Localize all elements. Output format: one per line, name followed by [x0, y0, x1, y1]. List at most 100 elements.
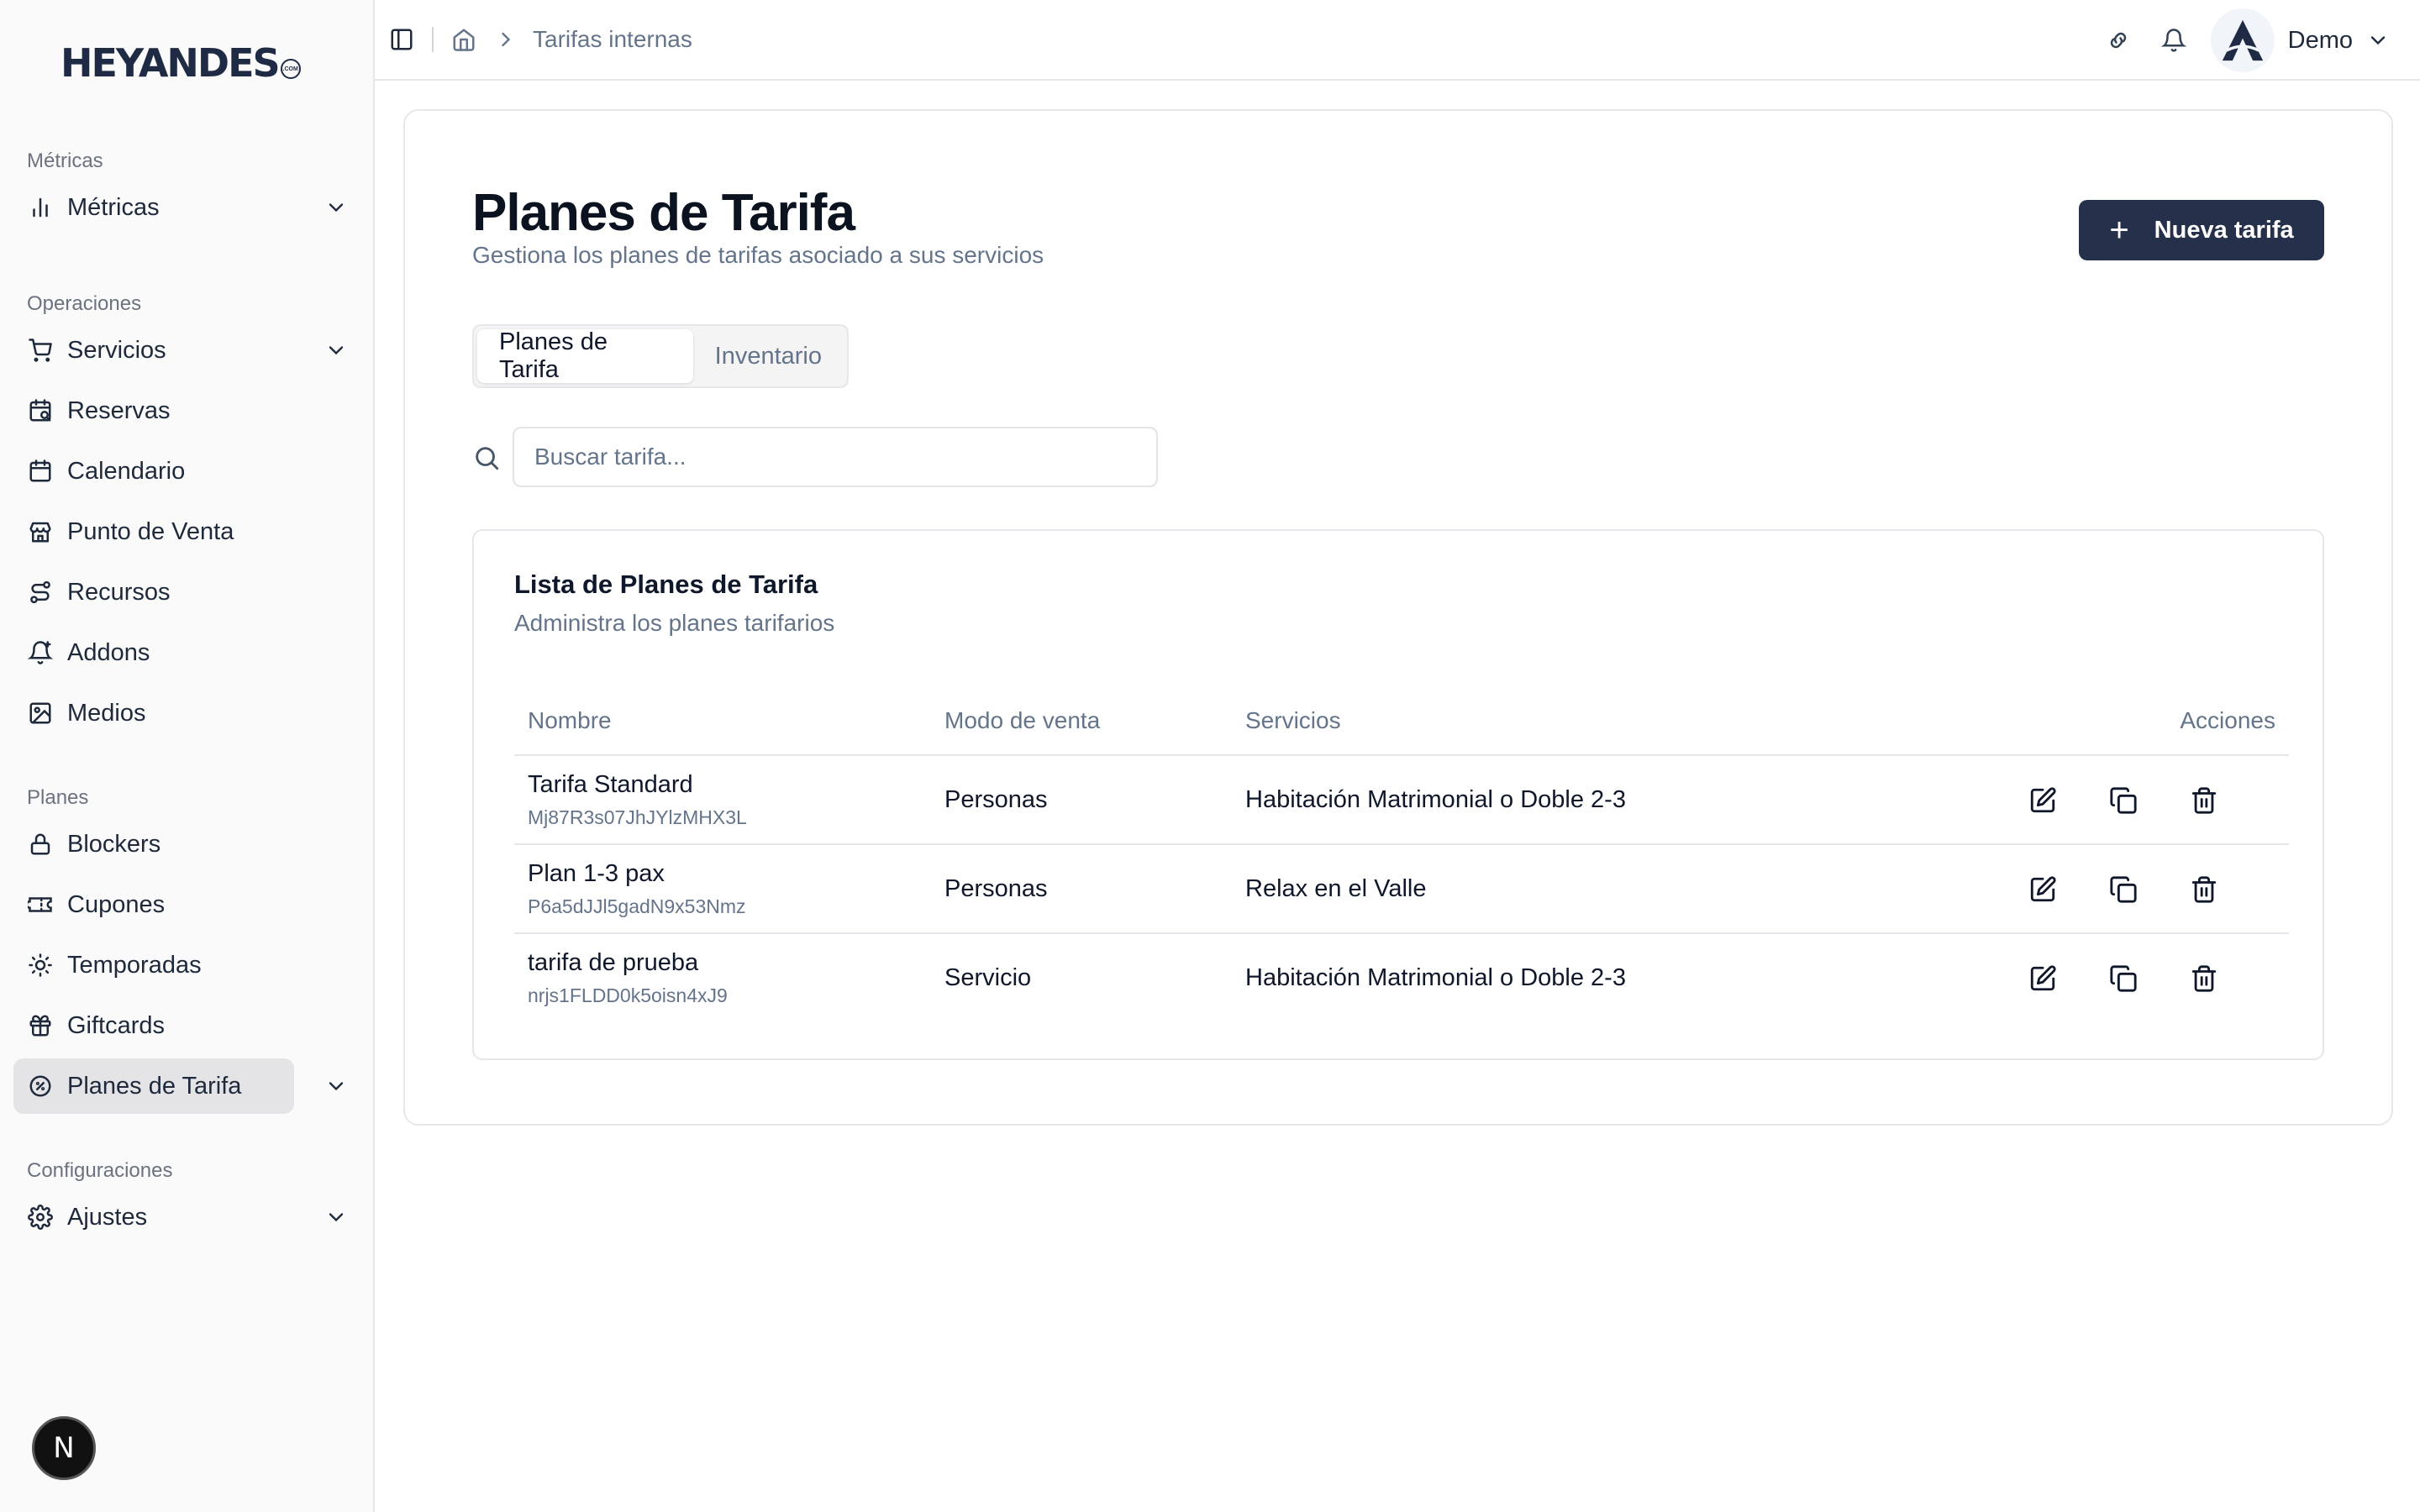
sidebar-item-cupones[interactable]: Cupones — [13, 877, 361, 932]
chevron-down-icon[interactable] — [324, 339, 348, 362]
sidebar-item-label: Medios — [67, 699, 146, 727]
support-icon[interactable] — [2103, 25, 2133, 55]
tabs: Planes de Tarifa Inventario — [472, 324, 849, 388]
sidebar-item-temporadas[interactable]: Temporadas — [13, 937, 361, 993]
list-subtitle: Administra los planes tarifarios — [514, 610, 835, 636]
rate-name: Tarifa Standard — [528, 771, 693, 798]
list-title: Lista de Planes de Tarifa — [514, 570, 818, 599]
chevron-down-icon[interactable] — [324, 196, 348, 219]
ticket-icon — [27, 891, 54, 918]
rate-mode: Personas — [944, 786, 1048, 813]
page-title: Planes de Tarifa — [472, 184, 855, 242]
rate-services: Relax en el Valle — [1245, 875, 1427, 902]
rate-mode: Personas — [944, 875, 1048, 902]
page-card: Planes de Tarifa Gestiona los planes de … — [403, 109, 2393, 1126]
sidebar-item-punto-de-venta[interactable]: Punto de Venta — [13, 504, 361, 559]
chevron-down-icon[interactable] — [324, 1205, 348, 1229]
topbar-actions: Demo — [2078, 0, 2390, 81]
column-header-nombre: Nombre — [528, 707, 612, 733]
breadcrumb-current[interactable]: Tarifas internas — [533, 26, 692, 53]
chevron-right-icon — [502, 32, 511, 47]
sidebar-item-recursos[interactable]: Recursos — [13, 564, 361, 620]
rate-name: Plan 1-3 pax — [528, 860, 665, 887]
sidebar-item-label: Cupones — [67, 890, 166, 918]
tab-planes-de-tarifa[interactable]: Planes de Tarifa — [477, 328, 693, 383]
table-row: tarifa de prueba nrjs1FLDD0k5oisn4xJ9 Se… — [514, 934, 2289, 1023]
new-rate-button[interactable]: + Nueva tarifa — [2079, 200, 2324, 260]
sidebar-item-planes-de-tarifa[interactable]: Planes de Tarifa — [13, 1058, 344, 1114]
sidebar-item-giftcards[interactable]: Giftcards — [13, 998, 361, 1053]
divider — [432, 27, 434, 52]
sidebar-item-ajustes[interactable]: Ajustes — [13, 1189, 361, 1245]
rate-name: tarifa de prueba — [528, 949, 699, 976]
brand-logo[interactable]: HEYANDES .COM — [60, 40, 301, 86]
user-name[interactable]: Demo — [2288, 27, 2353, 55]
bell-plus-icon — [27, 639, 54, 666]
section-label-metricas: Métricas — [27, 150, 103, 172]
trash-icon[interactable] — [2188, 785, 2220, 816]
copy-icon[interactable] — [2107, 785, 2139, 816]
edit-icon[interactable] — [2027, 874, 2059, 906]
avatar[interactable] — [2210, 8, 2275, 72]
column-header-modo: Modo de venta — [944, 707, 1101, 733]
calendar-icon — [27, 458, 54, 485]
sidebar-item-addons[interactable]: Addons — [13, 625, 361, 680]
sidebar-item-label: Temporadas — [67, 951, 202, 979]
section-label-configuraciones: Configuraciones — [27, 1159, 173, 1182]
rate-id: P6a5dJJl5gadN9x53Nmz — [528, 895, 746, 917]
sidebar-item-label: Servicios — [67, 336, 166, 364]
sidebar-item-blockers[interactable]: Blockers — [13, 816, 361, 872]
image-icon — [27, 700, 54, 727]
gift-icon — [27, 1012, 54, 1039]
main-content: Tarifas internas Demo Planes de Tarifa G… — [375, 0, 2420, 1512]
home-icon[interactable] — [449, 24, 479, 55]
badge-percent-icon — [27, 1073, 54, 1100]
edit-icon[interactable] — [2027, 785, 2059, 816]
search-icon — [476, 447, 499, 470]
sidebar-item-label: Ajustes — [67, 1203, 148, 1231]
rate-id: nrjs1FLDD0k5oisn4xJ9 — [528, 984, 728, 1006]
table-row: Plan 1-3 pax P6a5dJJl5gadN9x53Nmz Person… — [514, 845, 2289, 934]
logo-text: HEYANDES — [60, 40, 281, 86]
column-header-servicios: Servicios — [1245, 707, 1341, 733]
sidebar-item-medios[interactable]: Medios — [13, 685, 361, 741]
sidebar-item-label: Punto de Venta — [67, 517, 234, 545]
sidebar-nav: Métricas Métricas Operaciones Servicios — [13, 143, 361, 1250]
sidebar-toggle-icon[interactable] — [387, 24, 417, 55]
rate-services: Habitación Matrimonial o Doble 2-3 — [1245, 964, 1626, 991]
sidebar-item-label: Métricas — [67, 193, 160, 221]
sidebar-item-servicios[interactable]: Servicios — [13, 323, 361, 378]
bell-icon[interactable] — [2159, 25, 2189, 55]
rate-mode: Servicio — [944, 964, 1032, 991]
trash-icon[interactable] — [2188, 963, 2220, 995]
chevron-down-icon[interactable] — [2366, 29, 2390, 52]
logo-badge: .COM — [280, 59, 301, 79]
rate-services: Habitación Matrimonial o Doble 2-3 — [1245, 786, 1626, 813]
topbar: Tarifas internas Demo — [375, 0, 2420, 81]
sidebar-item-label: Blockers — [67, 830, 161, 858]
table-row: Tarifa Standard Mj87R3s07JhJYlzMHX3L Per… — [514, 756, 2289, 845]
gear-icon — [27, 1204, 54, 1231]
sidebar-item-label: Giftcards — [67, 1011, 166, 1039]
cart-icon — [27, 337, 54, 364]
page-subtitle: Gestiona los planes de tarifas asociado … — [472, 242, 1044, 268]
sun-icon — [27, 952, 54, 979]
plus-icon: + — [2109, 212, 2129, 249]
search-input[interactable] — [513, 427, 1158, 487]
sidebar-item-label: Addons — [67, 638, 150, 666]
tab-inventario[interactable]: Inventario — [693, 329, 844, 383]
copy-icon[interactable] — [2107, 874, 2139, 906]
table-header: Nombre Modo de venta Servicios Acciones — [514, 689, 2289, 756]
sidebar-item-reservas[interactable]: Reservas — [13, 383, 361, 438]
rate-id: Mj87R3s07JhJYlzMHX3L — [528, 806, 747, 828]
store-icon — [27, 518, 54, 545]
sidebar-item-metricas[interactable]: Métricas — [13, 180, 361, 235]
sidebar-item-label: Calendario — [67, 457, 186, 485]
edit-icon[interactable] — [2027, 963, 2059, 995]
trash-icon[interactable] — [2188, 874, 2220, 906]
copy-icon[interactable] — [2107, 963, 2139, 995]
sidebar-item-calendario[interactable]: Calendario — [13, 444, 361, 499]
chevron-down-icon[interactable] — [324, 1074, 348, 1098]
dev-badge[interactable]: N — [32, 1416, 96, 1480]
calendar-search-icon — [27, 397, 54, 424]
